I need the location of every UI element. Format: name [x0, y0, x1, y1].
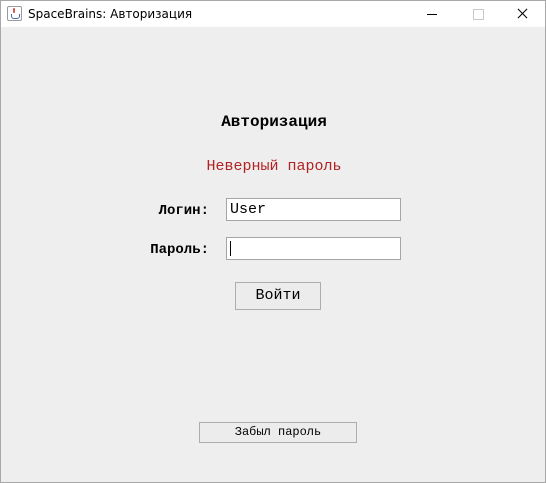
app-window: SpaceBrains: Авторизация Авторизация Нев… — [0, 0, 546, 483]
login-label: Логин: — [158, 203, 209, 219]
window-title: SpaceBrains: Авторизация — [28, 7, 193, 21]
forgot-password-button[interactable]: Забыл пароль — [199, 422, 357, 443]
java-icon — [7, 6, 22, 21]
error-message: Неверный пароль — [206, 158, 342, 175]
login-field[interactable] — [226, 198, 401, 221]
title-bar[interactable]: SpaceBrains: Авторизация — [1, 1, 545, 27]
page-title: Авторизация — [221, 113, 327, 131]
minimize-icon[interactable] — [409, 1, 455, 27]
password-field[interactable] — [226, 237, 401, 260]
close-icon[interactable] — [499, 1, 545, 27]
password-label: Пароль: — [150, 242, 209, 258]
maximize-icon[interactable] — [455, 1, 501, 27]
text-caret — [230, 241, 231, 256]
login-button[interactable]: Войти — [235, 282, 321, 310]
